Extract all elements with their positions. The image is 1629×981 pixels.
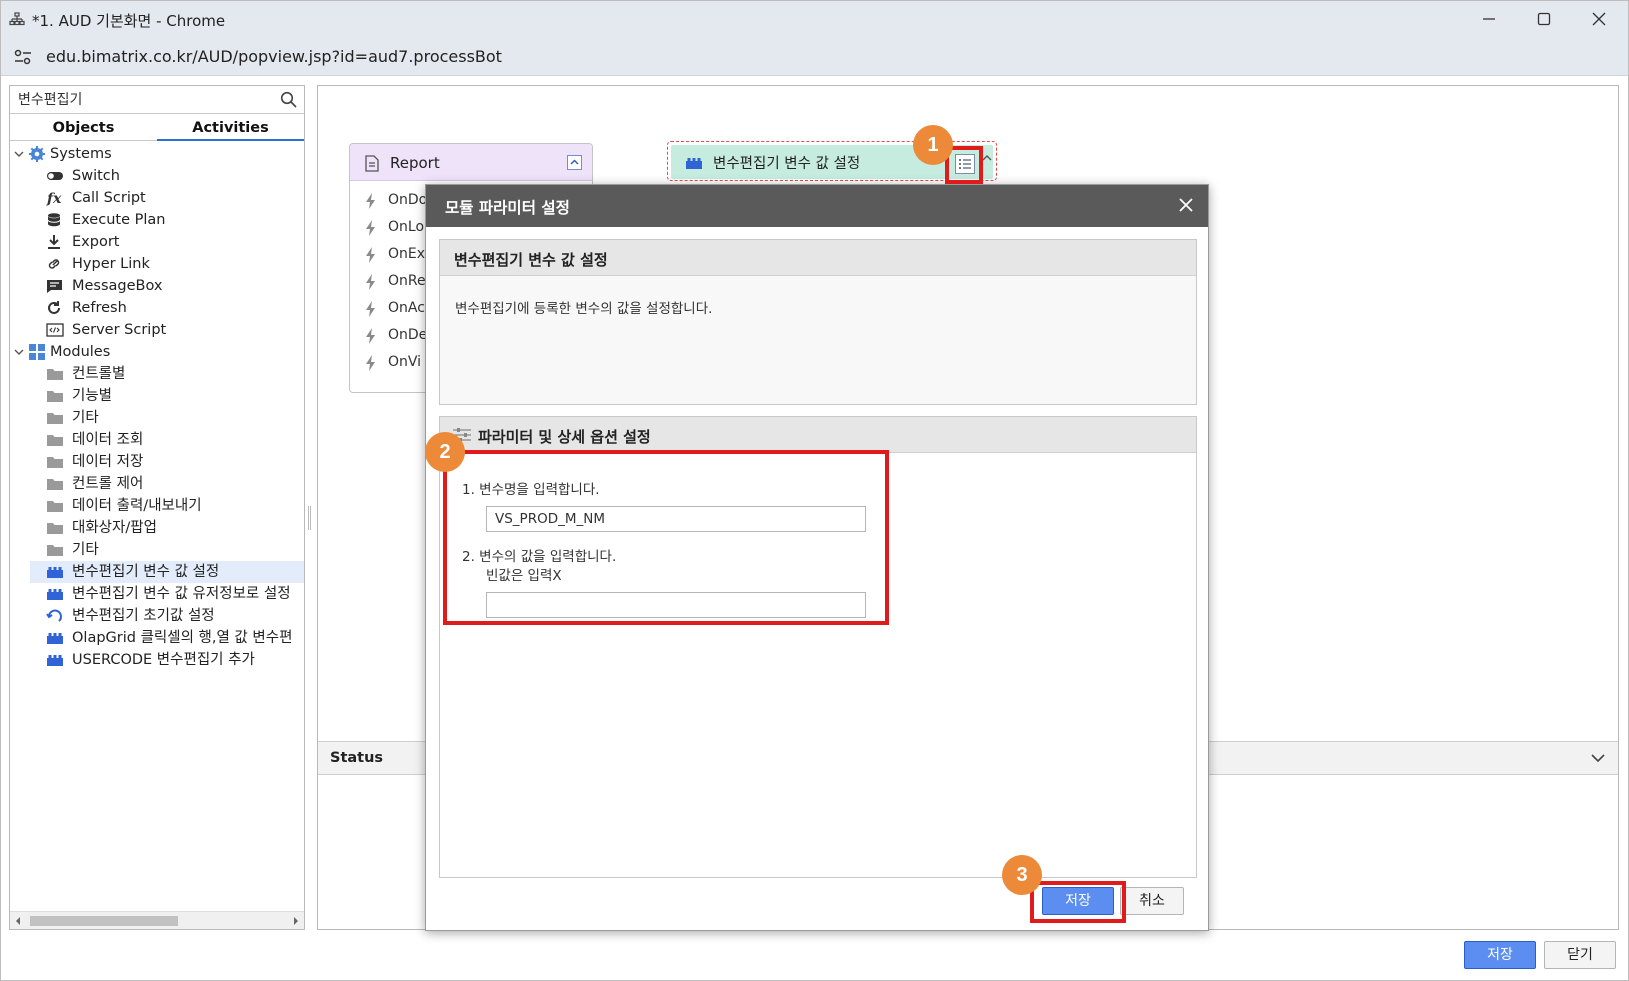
footer-close-button[interactable]: 닫기 <box>1544 941 1616 969</box>
address-bar: edu.bimatrix.co.kr/AUD/popview.jsp?id=au… <box>1 37 1628 76</box>
maximize-icon <box>1537 12 1551 26</box>
scroll-right-icon[interactable] <box>292 916 300 926</box>
database-icon <box>46 212 64 228</box>
chevron-down-icon[interactable] <box>14 341 24 365</box>
modules-grid-icon <box>28 343 46 368</box>
footer-save-button[interactable]: 저장 <box>1464 941 1536 969</box>
step-badge-3: 3 <box>1002 855 1042 895</box>
message-icon <box>46 278 64 294</box>
title-bar: *1. AUD 기본화면 - Chrome <box>1 1 1628 37</box>
tree-node-systems[interactable]: Systems <box>14 143 304 165</box>
collapse-button[interactable] <box>567 155 582 170</box>
dialog-cancel-button[interactable]: 취소 <box>1120 887 1184 915</box>
refresh-icon <box>46 300 64 316</box>
toggle-icon <box>46 168 64 184</box>
search-icon[interactable] <box>280 91 297 112</box>
gear-icon <box>28 145 46 170</box>
step-badge-1: 1 <box>913 125 953 165</box>
link-icon <box>46 256 64 272</box>
maximize-button[interactable] <box>1521 5 1567 33</box>
browser-window: *1. AUD 기본화면 - Chrome edu.bimatrix.co.kr… <box>0 0 1629 981</box>
lego-block-icon <box>46 564 64 580</box>
section-header: 파라미터 및 상세 옵션 설정 <box>440 417 1196 453</box>
lego-block-icon <box>685 156 703 174</box>
download-icon <box>46 234 64 250</box>
module-description: 변수편집기에 등록한 변수의 값을 설정합니다. <box>455 301 713 317</box>
lego-block-icon <box>46 630 64 646</box>
window-title: *1. AUD 기본화면 - Chrome <box>32 12 226 30</box>
report-node-header: Report <box>350 144 592 181</box>
panel-tabs: Objects Activities <box>10 116 304 141</box>
folder-icon <box>46 366 64 382</box>
dialog-title: 모듈 파라미터 설정 <box>445 199 570 217</box>
chevron-down-icon[interactable] <box>1590 752 1606 768</box>
folder-icon <box>46 410 64 426</box>
section-header: 변수편집기 변수 값 설정 <box>440 240 1196 276</box>
lightning-icon <box>366 355 375 371</box>
tree-label: Modules <box>50 344 111 360</box>
parameter-section-title: 파라미터 및 상세 옵션 설정 <box>478 428 651 446</box>
lego-block-icon <box>46 586 64 602</box>
report-node-title: Report <box>390 154 440 172</box>
dialog-header: 모듈 파라미터 설정 <box>426 185 1208 227</box>
lightning-icon <box>366 328 375 344</box>
lightning-icon <box>366 193 375 209</box>
status-label: Status <box>330 750 384 766</box>
function-icon: fx <box>46 190 64 207</box>
search-input[interactable] <box>12 88 270 110</box>
scroll-left-icon[interactable] <box>14 916 22 926</box>
chevron-down-icon[interactable] <box>14 143 24 167</box>
step-badge-2: 2 <box>425 432 465 472</box>
chevron-up-icon <box>570 159 579 165</box>
module-node-title: 변수편집기 변수 값 설정 <box>713 156 861 172</box>
minimize-button[interactable] <box>1466 5 1512 33</box>
site-settings-icon[interactable] <box>13 48 33 70</box>
search-box <box>10 86 304 114</box>
module-name-heading: 변수편집기 변수 값 설정 <box>454 251 608 269</box>
panel-splitter[interactable] <box>308 506 311 530</box>
document-icon <box>364 155 380 176</box>
lightning-icon <box>366 220 375 236</box>
folder-icon <box>46 388 64 404</box>
close-dialog-button[interactable] <box>1178 197 1194 217</box>
close-icon <box>1179 198 1193 212</box>
tab-objects[interactable]: Objects <box>10 116 157 141</box>
activity-tree: Systems Switch fx Call Script Execute Pl… <box>10 143 304 903</box>
lightning-icon <box>366 274 375 290</box>
module-item-selected[interactable]: 변수편집기 변수 값 설정 <box>30 561 304 583</box>
lightning-icon <box>366 247 375 263</box>
module-description-section: 변수편집기 변수 값 설정 변수편집기에 등록한 변수의 값을 설정합니다. <box>439 239 1197 405</box>
highlight-box-3 <box>1030 881 1126 923</box>
close-icon <box>1592 12 1606 26</box>
minimize-icon <box>1483 18 1495 20</box>
folder-icon <box>46 454 64 470</box>
close-window-button[interactable] <box>1576 5 1622 33</box>
reset-icon <box>46 608 64 624</box>
horizontal-scrollbar[interactable] <box>10 911 304 929</box>
folder-icon <box>46 432 64 448</box>
tree-node-modules[interactable]: Modules <box>14 341 304 363</box>
highlight-box-2 <box>443 450 889 625</box>
code-icon <box>46 322 64 338</box>
sitemap-icon <box>9 12 25 28</box>
tree-label: Systems <box>50 146 112 162</box>
lightning-icon <box>366 301 375 317</box>
folder-icon <box>46 542 64 558</box>
folder-icon <box>46 476 64 492</box>
scrollbar-thumb[interactable] <box>30 916 178 926</box>
activities-panel: Objects Activities Systems Switch fx Cal… <box>9 85 305 930</box>
folder-icon <box>46 520 64 536</box>
lego-block-icon <box>46 652 64 668</box>
tab-activities[interactable]: Activities <box>157 116 304 141</box>
svg-text:fx: fx <box>46 191 62 206</box>
folder-icon <box>46 498 64 514</box>
url-text[interactable]: edu.bimatrix.co.kr/AUD/popview.jsp?id=au… <box>46 47 502 66</box>
